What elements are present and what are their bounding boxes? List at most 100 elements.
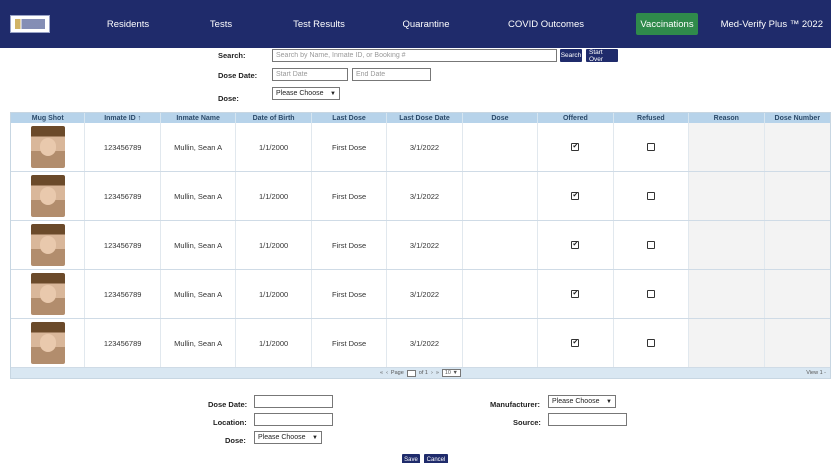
dose-filter-value: Please Choose (276, 90, 324, 97)
col-header-dose-number[interactable]: Dose Number (765, 113, 831, 123)
col-header-last-dose[interactable]: Last Dose (312, 113, 388, 123)
table-row[interactable]: 123456789 Mullin, Sean A 1/1/2000 First Dos… (11, 319, 831, 368)
search-input[interactable] (272, 49, 557, 62)
first-page-icon[interactable]: « (380, 370, 383, 376)
view-range-text: View 1 - (806, 370, 826, 376)
inmate-id-text: 123456789 (103, 142, 142, 152)
dose-select[interactable]: Please Choose ▼ (254, 431, 322, 444)
location-label: Location: (213, 418, 247, 427)
table-row[interactable]: 123456789 Mullin, Sean A 1/1/2000 First Dos… (11, 123, 831, 172)
offered-checkbox[interactable]: ✔ (571, 290, 580, 298)
mug-shot-cell (11, 123, 86, 171)
inmate-name-text: Mullin, Sean A (174, 338, 223, 348)
offered-cell: ✔ (538, 319, 614, 367)
offered-cell: ✔ (538, 221, 614, 269)
offered-checkbox[interactable]: ✔ (571, 339, 580, 347)
nav-item-vaccinations[interactable]: Vaccinations (636, 13, 698, 35)
mug-shot-cell (11, 172, 86, 220)
nav-item-residents[interactable]: Residents (96, 0, 160, 48)
dose-select-value: Please Choose (258, 434, 306, 441)
last-page-icon[interactable]: » (436, 370, 439, 376)
inmate-id-cell: 123456789 (85, 221, 161, 269)
date-of-birth-text: 1/1/2000 (258, 289, 289, 299)
manufacturer-select[interactable]: Please Choose ▼ (548, 395, 616, 408)
table-row[interactable]: 123456789 Mullin, Sean A 1/1/2000 First Dos… (11, 221, 831, 270)
dose-label: Dose: (225, 436, 246, 445)
col-header-mug-shot[interactable]: Mug Shot (11, 113, 86, 123)
date-of-birth-text: 1/1/2000 (258, 191, 289, 201)
grid-body: 123456789 Mullin, Sean A 1/1/2000 First Dos… (11, 123, 831, 368)
dose-filter-select[interactable]: Please Choose ▼ (272, 87, 340, 100)
col-header-dose[interactable]: Dose (463, 113, 539, 123)
inmate-id-cell: 123456789 (85, 319, 161, 367)
offered-cell: ✔ (538, 123, 614, 171)
last-dose-date-cell: 3/1/2022 (387, 319, 463, 367)
last-dose-text: First Dose (331, 338, 367, 348)
nav-item-covid-outcomes[interactable]: COVID Outcomes (506, 0, 586, 48)
refused-checkbox[interactable] (646, 192, 655, 200)
nav-item-test-results[interactable]: Test Results (286, 0, 352, 48)
refused-checkbox[interactable] (646, 143, 655, 151)
refused-cell (614, 123, 690, 171)
reason-cell (689, 221, 765, 269)
search-button[interactable]: Search (560, 49, 582, 62)
reason-cell (689, 123, 765, 171)
dose-number-cell (764, 172, 831, 220)
refused-checkbox[interactable] (646, 290, 655, 298)
col-header-reason[interactable]: Reason (689, 113, 765, 123)
last-dose-date-text: 3/1/2022 (409, 240, 440, 250)
dose-number-cell (764, 123, 831, 171)
dose-cell (463, 123, 539, 171)
mug-shot-cell (11, 270, 86, 318)
search-label: Search: (218, 51, 246, 60)
col-header-inmate-name[interactable]: Inmate Name (161, 113, 237, 123)
inmate-id-cell: 123456789 (85, 123, 161, 171)
last-dose-date-cell: 3/1/2022 (387, 270, 463, 318)
page-size-select[interactable]: 10 ▼ (441, 369, 461, 377)
cancel-button[interactable]: Cancel (424, 454, 448, 463)
manufacturer-label: Manufacturer: (490, 400, 541, 409)
col-header-date-of-birth[interactable]: Date of Birth (236, 113, 312, 123)
offered-checkbox[interactable]: ✔ (571, 143, 580, 151)
col-header-inmate-id[interactable]: Inmate ID ↑ (85, 113, 161, 123)
table-row[interactable]: 123456789 Mullin, Sean A 1/1/2000 First Dos… (11, 172, 831, 221)
refused-cell (614, 270, 690, 318)
col-header-refused[interactable]: Refused (614, 113, 690, 123)
inmate-name-text: Mullin, Sean A (174, 289, 223, 299)
dose-date-input[interactable] (254, 395, 333, 408)
end-date-input[interactable] (352, 68, 431, 81)
date-of-birth-cell: 1/1/2000 (236, 221, 312, 269)
last-dose-cell: First Dose (312, 221, 388, 269)
nav-item-tests[interactable]: Tests (196, 0, 246, 48)
nav-item-quarantine[interactable]: Quarantine (396, 0, 456, 48)
mug-shot-photo[interactable] (30, 224, 65, 266)
table-row[interactable]: 123456789 Mullin, Sean A 1/1/2000 First Dos… (11, 270, 831, 319)
inmate-id-cell: 123456789 (85, 270, 161, 318)
logo-mark (15, 19, 45, 29)
dose-number-cell (764, 319, 831, 367)
col-header-offered[interactable]: Offered (538, 113, 614, 123)
offered-checkbox[interactable]: ✔ (571, 192, 580, 200)
refused-checkbox[interactable] (646, 339, 655, 347)
start-over-button[interactable]: Start Over (586, 49, 618, 63)
agency-logo[interactable] (10, 15, 50, 33)
col-header-last-dose-date[interactable]: Last Dose Date (387, 113, 463, 123)
mug-shot-photo[interactable] (30, 273, 65, 315)
refused-cell (614, 319, 690, 367)
prev-page-icon[interactable]: ‹ (386, 370, 388, 376)
refused-checkbox[interactable] (646, 241, 655, 249)
mug-shot-photo[interactable] (30, 175, 65, 217)
next-page-icon[interactable]: › (431, 370, 433, 376)
offered-checkbox[interactable]: ✔ (571, 241, 580, 249)
save-button[interactable]: Save (402, 454, 420, 463)
location-input[interactable] (254, 413, 333, 426)
mug-shot-photo[interactable] (30, 322, 65, 364)
refused-cell (614, 221, 690, 269)
page-number-input[interactable] (406, 369, 416, 377)
start-date-input[interactable] (272, 68, 348, 81)
chevron-down-icon: ▼ (312, 434, 318, 441)
dose-cell (463, 319, 539, 367)
source-input[interactable] (548, 413, 627, 426)
mug-shot-photo[interactable] (30, 126, 65, 168)
mug-shot-cell (11, 221, 86, 269)
